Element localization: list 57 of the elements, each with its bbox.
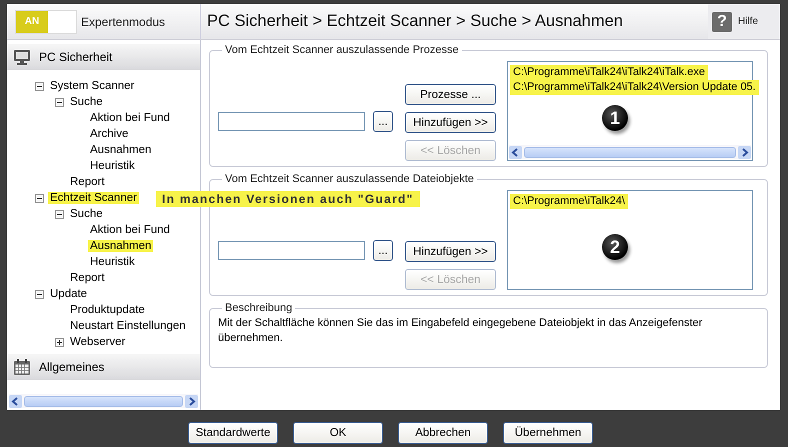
horizontal-scrollbar[interactable] — [509, 145, 751, 159]
browse-button[interactable]: ... — [373, 240, 393, 261]
tree-item[interactable]: Ausnahmen — [88, 240, 154, 252]
tree-item[interactable]: Report — [70, 176, 105, 188]
help-icon[interactable]: ? — [712, 12, 732, 32]
list-box[interactable]: C:\Programme\iTalk24\ 2 — [507, 190, 753, 290]
breadcrumb: PC Sicherheit > Echtzeit Scanner > Suche > Ausnahmen — [206, 11, 624, 32]
horizontal-scrollbar[interactable] — [9, 394, 198, 408]
tree-item[interactable]: Update — [50, 288, 88, 300]
browse-button[interactable]: ... — [373, 111, 393, 132]
number-marker: 1 — [602, 105, 628, 131]
description-text: Mit der Schaltfläche können Sie das im Eingabefeld eingegebene Dateiobjekt in das Anzeigefenster übernehmen. — [218, 316, 704, 346]
dialog-button[interactable]: OK — [293, 422, 383, 444]
tree-item[interactable]: Archive — [90, 128, 128, 140]
expand-toggle[interactable] — [55, 338, 64, 346]
path-input[interactable] — [218, 112, 365, 131]
path-input[interactable] — [218, 241, 365, 260]
tree-item[interactable]: Aktion bei Fund — [90, 112, 170, 124]
number-marker: 2 — [602, 234, 628, 260]
tree-item[interactable]: System Scanner — [50, 80, 134, 92]
group-title: Vom Echtzeit Scanner auszulassende Prozesse — [224, 44, 460, 56]
collapse-toggle[interactable] — [35, 194, 44, 202]
section-title: Allgemeines — [39, 360, 104, 374]
dialog-button[interactable]: Übernehmen — [503, 422, 593, 444]
collapse-toggle[interactable] — [55, 210, 64, 218]
tree-item[interactable]: Heuristik — [90, 256, 135, 268]
tree-item[interactable]: Suche — [70, 208, 103, 220]
collapse-toggle[interactable] — [55, 98, 64, 106]
action-button[interactable]: Prozesse ... — [405, 84, 496, 105]
action-button[interactable]: Hinzufügen >> — [405, 112, 496, 133]
section-header[interactable]: Allgemeines — [7, 354, 200, 380]
section-title: PC Sicherheit — [39, 50, 112, 64]
dialog-button[interactable]: Abbrechen — [398, 422, 488, 444]
tree-item[interactable]: Aktion bei Fund — [90, 224, 170, 236]
tree-item[interactable]: Produktupdate — [70, 304, 145, 316]
list-item[interactable]: C:\Programme\iTalk24\ — [510, 194, 628, 209]
list-item[interactable]: C:\Programme\iTalk24\iTalk24\Version Update 05. — [510, 80, 759, 95]
dialog-button[interactable]: Standardwerte — [188, 422, 278, 444]
action-button[interactable]: Hinzufügen >> — [405, 241, 496, 262]
tree-item[interactable]: Heuristik — [90, 160, 135, 172]
group-title: Beschreibung — [224, 302, 294, 314]
list-item[interactable]: C:\Programme\iTalk24\iTalk24\iTalk.exe — [510, 65, 708, 80]
annotation-note: In manchen Versionen auch "Guard" — [156, 191, 420, 207]
tree-item[interactable]: Suche — [70, 96, 103, 108]
calendar-icon — [13, 358, 31, 376]
tree-item[interactable]: Ausnahmen — [90, 144, 152, 156]
collapse-toggle[interactable] — [35, 290, 44, 298]
help-link[interactable]: Hilfe — [738, 16, 758, 27]
mode-label: Expertenmodus — [81, 14, 166, 28]
tree-item[interactable]: Report — [70, 272, 105, 284]
monitor-icon — [13, 48, 31, 66]
section-header[interactable]: PC Sicherheit — [7, 44, 200, 70]
collapse-toggle[interactable] — [35, 82, 44, 90]
tree-item[interactable]: Webserver — [70, 336, 126, 348]
tree-item[interactable]: Neustart Einstellungen — [70, 320, 186, 332]
tree-item[interactable]: Echtzeit Scanner — [48, 192, 139, 204]
group-title: Vom Echtzeit Scanner auszulassende Dateiobjekte — [224, 173, 475, 185]
